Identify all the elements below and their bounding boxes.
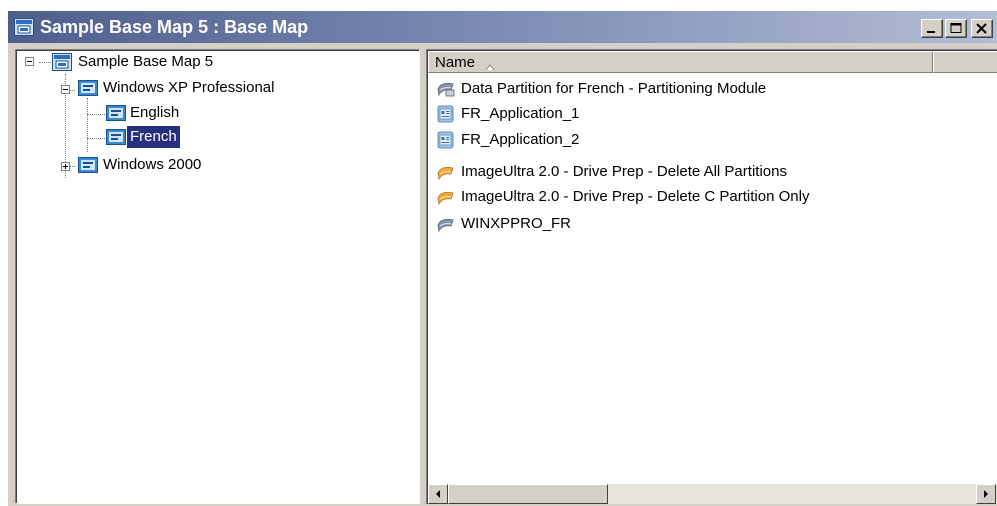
utility-module-icon (436, 163, 456, 181)
arrow-right-icon (984, 490, 988, 498)
tree-item-label: Windows XP Professional (103, 79, 275, 96)
scroll-left-button[interactable] (428, 484, 448, 504)
partition-module-icon (436, 80, 456, 98)
tree-item-label: French (127, 126, 180, 148)
tree-item-english[interactable]: English (16, 102, 216, 124)
list-item-label: WINXPPRO_FR (461, 215, 572, 232)
list-item[interactable]: ImageUltra 2.0 - Drive Prep - Delete All… (436, 161, 936, 185)
list-item[interactable]: WINXPPRO_FR (436, 213, 736, 237)
scroll-thumb[interactable] (448, 484, 608, 504)
tree-item-label: Sample Base Map 5 (78, 53, 214, 70)
horizontal-scrollbar[interactable] (428, 484, 997, 504)
window-title: Sample Base Map 5 : Base Map (40, 17, 309, 37)
minus-icon (27, 61, 32, 62)
sort-ascending-icon (485, 58, 495, 76)
maximize-icon (950, 23, 962, 33)
close-icon (976, 23, 987, 34)
application-module-icon (436, 131, 456, 149)
column-header-name[interactable]: Name (428, 51, 933, 73)
os-module-icon (436, 215, 456, 233)
list-item-label: ImageUltra 2.0 - Drive Prep - Delete C P… (461, 188, 810, 205)
list-item-label: FR_Application_2 (461, 131, 580, 148)
collapse-toggle[interactable] (61, 85, 70, 94)
list-item-label: ImageUltra 2.0 - Drive Prep - Delete All… (461, 163, 787, 180)
minimize-icon (927, 31, 935, 33)
close-button[interactable] (971, 19, 993, 38)
title-bar[interactable]: Sample Base Map 5 : Base Map (8, 11, 997, 43)
menu-icon (106, 129, 126, 145)
tree-pane[interactable]: Sample Base Map 5 Windows XP Professiona… (15, 49, 420, 504)
tree-item-label: English (130, 104, 180, 121)
list-item[interactable]: FR_Application_2 (436, 129, 736, 153)
application-module-icon (436, 105, 456, 123)
collapse-toggle[interactable] (25, 57, 34, 66)
menu-icon (106, 105, 126, 121)
column-header-label: Name (435, 54, 476, 71)
column-header-empty[interactable] (933, 51, 997, 73)
tree-item-windows-xp[interactable]: Windows XP Professional (16, 77, 336, 99)
tree-item-label: Windows 2000 (103, 156, 202, 173)
minus-icon (63, 89, 68, 90)
list-item-label: Data Partition for French - Partitioning… (461, 80, 767, 97)
scroll-right-button[interactable] (976, 484, 996, 504)
maximize-button[interactable] (945, 19, 967, 38)
base-map-icon (14, 18, 34, 36)
tree-item-windows-2000[interactable]: Windows 2000 (16, 154, 276, 176)
plus-icon (63, 164, 68, 169)
menu-icon (78, 157, 98, 173)
base-map-window: Sample Base Map 5 : Base Map Sample Base… (8, 11, 997, 506)
expand-toggle[interactable] (61, 162, 70, 171)
tree-item-sample-base-map[interactable]: Sample Base Map 5 (16, 51, 316, 73)
base-map-icon (52, 53, 72, 71)
utility-module-icon (436, 188, 456, 206)
menu-icon (78, 80, 98, 96)
arrow-left-icon (436, 490, 440, 498)
list-item[interactable]: ImageUltra 2.0 - Drive Prep - Delete C P… (436, 186, 956, 210)
list-item-label: FR_Application_1 (461, 105, 580, 122)
list-item[interactable]: FR_Application_1 (436, 103, 736, 127)
minimize-button[interactable] (921, 19, 943, 38)
module-list-pane[interactable]: Name Data Partition for French - Partiti… (426, 49, 997, 504)
tree-item-french[interactable]: French (16, 126, 216, 148)
list-item[interactable]: Data Partition for French - Partitioning… (436, 78, 936, 102)
